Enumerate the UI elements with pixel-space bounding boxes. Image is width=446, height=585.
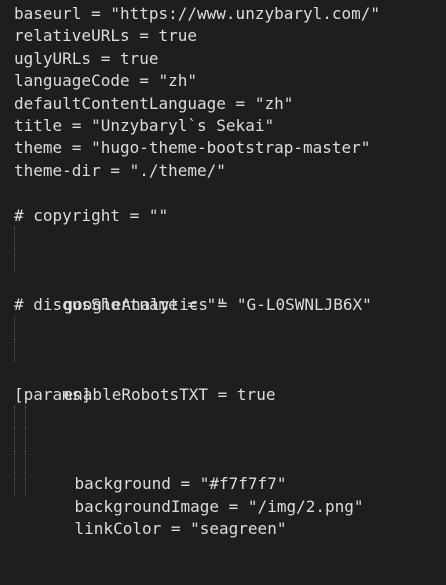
code-line: baseurl = "https://www.unzybaryl.com/"	[14, 4, 381, 23]
indent-guide	[14, 428, 15, 451]
code-line: theme-dir = "./theme/"	[14, 160, 226, 180]
indent-guide	[25, 428, 26, 451]
code-line-indented	[0, 316, 446, 339]
indent-guide	[14, 316, 15, 339]
code-line: uglyURLs = true	[14, 48, 159, 68]
code-line-indented: background = "#f7f7f7"	[0, 406, 446, 493]
code-line: theme = "hugo-theme-bootstrap-master"	[14, 138, 371, 158]
indent-guide	[25, 450, 26, 474]
code-line: languageCode = "zh"	[14, 71, 198, 91]
indent-guide	[14, 473, 15, 496]
code-text: backgroundImage = "/img/2.png"	[74, 496, 364, 516]
code-line: defaultContentLanguage = "zh"	[14, 93, 294, 113]
code-text: linkColor = "seagreen"	[74, 519, 287, 539]
code-line-indented	[0, 226, 446, 250]
indent-guide	[14, 249, 15, 272]
code-line: title = "Unzybaryl`s Sekai"	[14, 115, 275, 135]
indent-guide	[25, 473, 26, 496]
code-line: [params]	[14, 384, 92, 404]
indent-guide	[14, 406, 15, 429]
indent-guide	[14, 226, 15, 250]
code-line-indented: enableRobotsTXT = true	[0, 338, 446, 404]
code-line: relativeURLs = true	[14, 26, 198, 46]
code-line: # copyright = ""	[14, 205, 169, 225]
indent-guide	[25, 406, 26, 429]
code-editor[interactable]: baseurl = "https://www.unzybaryl.com/" r…	[0, 0, 446, 538]
code-line-indented	[0, 473, 446, 496]
code-line: # disqusShortname = ""	[14, 295, 226, 315]
indent-guide	[14, 338, 15, 362]
code-line-indented: linkColor = "seagreen"	[0, 450, 446, 538]
code-line-indented: googleAnalytics = "G-L0SWNLJB6X"	[0, 249, 446, 314]
code-line-indented: backgroundImage = "/img/2.png"	[0, 428, 446, 516]
indent-guide	[14, 450, 15, 474]
